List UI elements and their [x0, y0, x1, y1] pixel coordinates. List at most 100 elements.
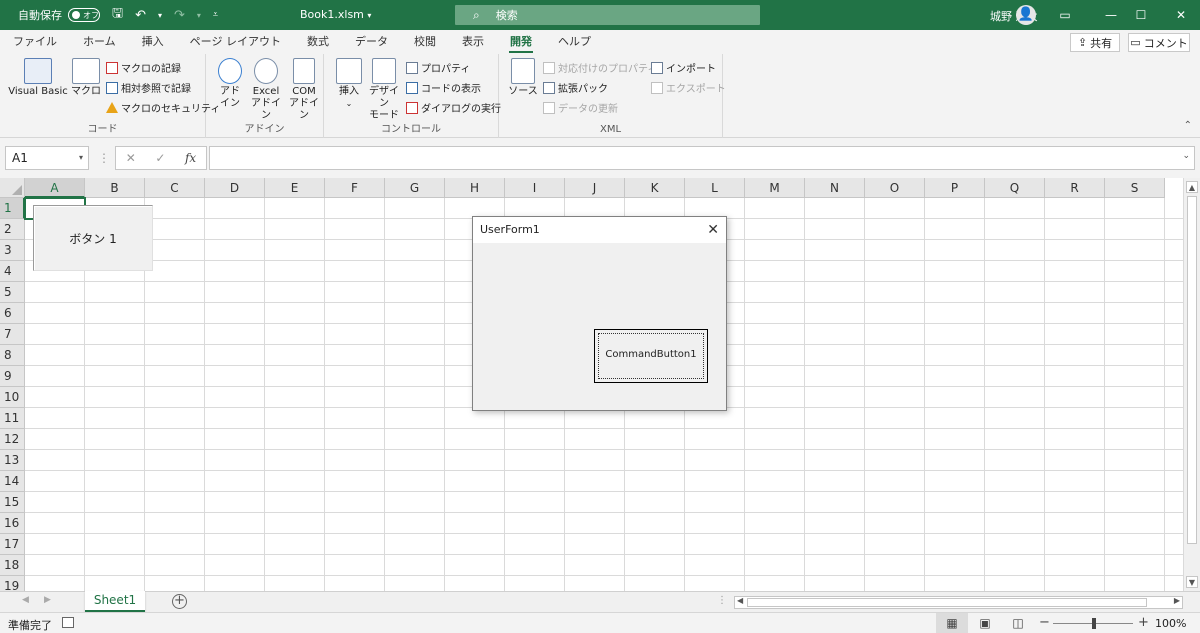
row-header-2[interactable]: 2 [0, 219, 25, 240]
enter-icon[interactable]: ✓ [155, 151, 165, 165]
column-header-n[interactable]: N [805, 178, 865, 198]
addins-button[interactable]: アド イン [214, 58, 246, 110]
formula-input[interactable]: ⌄ [209, 146, 1195, 170]
chevron-down-icon[interactable]: ▾ [79, 147, 83, 169]
excel-addins-button[interactable]: Excel アドイン [248, 58, 284, 122]
undo-dropdown-icon[interactable]: ▾ [158, 11, 162, 20]
vertical-scrollbar[interactable]: ▲ ▼ [1183, 178, 1200, 591]
run-dialog-button[interactable]: ダイアログの実行 [406, 100, 501, 115]
userform-titlebar[interactable]: UserForm1 ✕ [473, 217, 726, 243]
com-addins-button[interactable]: COM アドイン [286, 58, 322, 122]
properties-button[interactable]: プロパティ [406, 60, 470, 75]
column-header-l[interactable]: L [685, 178, 745, 198]
zoom-slider-thumb[interactable] [1092, 618, 1096, 629]
visual-basic-button[interactable]: Visual Basic [8, 58, 68, 98]
userform-window[interactable]: UserForm1 ✕ CommandButton1 [472, 216, 727, 411]
refresh-data-button[interactable]: データの更新 [543, 100, 618, 115]
expand-formula-bar-icon[interactable]: ⌄ [1182, 151, 1190, 161]
column-header-c[interactable]: C [145, 178, 205, 198]
tab-splitter-icon[interactable]: ⋮ [717, 595, 727, 606]
next-sheet-icon[interactable]: ▶ [44, 595, 51, 605]
redo-icon[interactable]: ↷ [174, 8, 185, 23]
redo-dropdown-icon[interactable]: ▾ [197, 11, 201, 20]
close-icon[interactable]: ✕ [707, 217, 719, 243]
tab-developer[interactable]: 開発 [497, 30, 545, 54]
column-header-d[interactable]: D [205, 178, 265, 198]
row-header-18[interactable]: 18 [0, 555, 25, 576]
autosave-control[interactable]: 自動保存 オフ [18, 7, 100, 23]
column-header-j[interactable]: J [565, 178, 625, 198]
name-box[interactable]: A1 ▾ [5, 146, 89, 170]
xml-export-button[interactable]: エクスポート [651, 80, 726, 95]
page-break-view-icon[interactable]: ◫ [1002, 613, 1034, 633]
column-header-i[interactable]: I [505, 178, 565, 198]
column-header-q[interactable]: Q [985, 178, 1045, 198]
scroll-down-icon[interactable]: ▼ [1186, 576, 1198, 588]
zoom-level[interactable]: 100% [1155, 617, 1186, 630]
column-header-s[interactable]: S [1105, 178, 1165, 198]
tab-formulas[interactable]: 数式 [294, 30, 342, 54]
row-header-4[interactable]: 4 [0, 261, 25, 282]
document-title[interactable]: Book1.xlsm ▾ [300, 8, 371, 21]
horizontal-scrollbar[interactable]: ◀ ▶ [734, 596, 1183, 609]
row-header-14[interactable]: 14 [0, 471, 25, 492]
row-header-15[interactable]: 15 [0, 492, 25, 513]
insert-control-button[interactable]: 挿入 ⌄ [334, 58, 364, 110]
page-layout-view-icon[interactable]: ▣ [969, 613, 1001, 633]
zoom-out-icon[interactable]: − [1039, 615, 1050, 630]
row-header-13[interactable]: 13 [0, 450, 25, 471]
tab-data[interactable]: データ [342, 30, 401, 54]
row-header-12[interactable]: 12 [0, 429, 25, 450]
column-header-k[interactable]: K [625, 178, 685, 198]
prev-sheet-icon[interactable]: ◀ [22, 595, 29, 605]
avatar[interactable]: 👤 [1016, 5, 1036, 25]
column-header-m[interactable]: M [745, 178, 805, 198]
share-button[interactable]: ⇪ 共有 [1070, 33, 1120, 52]
column-header-f[interactable]: F [325, 178, 385, 198]
column-header-a[interactable]: A [25, 178, 85, 198]
column-header-g[interactable]: G [385, 178, 445, 198]
record-macro-button[interactable]: マクロの記録 [106, 60, 181, 75]
tab-file[interactable]: ファイル [0, 30, 70, 54]
macro-security-button[interactable]: マクロのセキュリティ [106, 100, 220, 115]
customize-qat-icon[interactable]: ⩡ [213, 10, 218, 20]
design-mode-button[interactable]: デザイン モード [366, 58, 402, 122]
expansion-packs-button[interactable]: 拡張パック [543, 80, 608, 95]
row-header-19[interactable]: 19 [0, 576, 25, 591]
column-header-o[interactable]: O [865, 178, 925, 198]
row-header-11[interactable]: 11 [0, 408, 25, 429]
row-header-6[interactable]: 6 [0, 303, 25, 324]
column-header-b[interactable]: B [85, 178, 145, 198]
search-box[interactable]: ⌕ 検索 [455, 5, 760, 25]
relative-reference-button[interactable]: 相対参照で記録 [106, 80, 191, 95]
close-icon[interactable]: ✕ [1158, 0, 1200, 30]
column-header-p[interactable]: P [925, 178, 985, 198]
horizontal-scroll-thumb[interactable] [747, 598, 1147, 607]
scroll-left-icon[interactable]: ◀ [737, 596, 743, 605]
tab-home[interactable]: ホーム [70, 30, 129, 54]
row-header-7[interactable]: 7 [0, 324, 25, 345]
scroll-up-icon[interactable]: ▲ [1186, 181, 1198, 193]
map-properties-button[interactable]: 対応付けのプロパティ [543, 60, 657, 75]
scroll-right-icon[interactable]: ▶ [1174, 596, 1180, 605]
command-button-1[interactable]: CommandButton1 [594, 329, 708, 383]
autosave-toggle[interactable]: オフ [68, 8, 100, 22]
row-header-9[interactable]: 9 [0, 366, 25, 387]
column-header-h[interactable]: H [445, 178, 505, 198]
row-header-16[interactable]: 16 [0, 513, 25, 534]
macro-button[interactable]: マクロ [70, 58, 102, 98]
insert-function-icon[interactable]: fx [185, 151, 196, 165]
sheet-form-button[interactable]: ボタン 1 [33, 205, 153, 271]
tab-help[interactable]: ヘルプ [545, 30, 604, 54]
tab-page-layout[interactable]: ページ レイアウト [177, 30, 294, 54]
column-header-e[interactable]: E [265, 178, 325, 198]
sheet-tab-sheet1[interactable]: Sheet1 [85, 591, 145, 612]
scroll-thumb[interactable] [1187, 196, 1197, 544]
row-header-1[interactable]: 1 [0, 198, 25, 219]
cancel-icon[interactable]: ✕ [126, 151, 136, 165]
save-icon[interactable]: 🖫 [112, 4, 123, 26]
row-header-8[interactable]: 8 [0, 345, 25, 366]
macro-record-status-icon[interactable] [62, 617, 74, 628]
tab-insert[interactable]: 挿入 [129, 30, 177, 54]
xml-source-button[interactable]: ソース [507, 58, 539, 98]
